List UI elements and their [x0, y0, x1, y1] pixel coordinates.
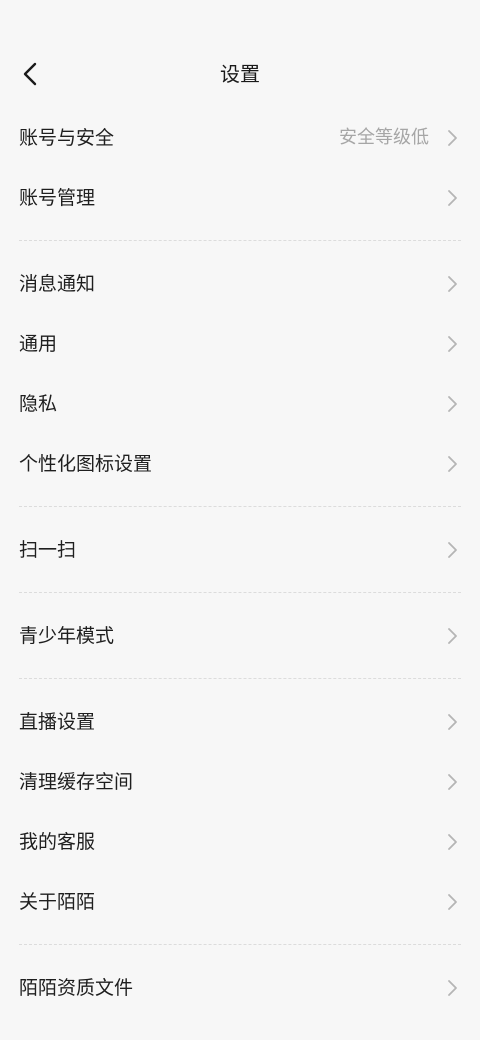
chevron-right-icon — [448, 980, 457, 996]
section-divider — [19, 240, 461, 241]
chevron-right-icon — [448, 774, 457, 790]
settings-item-label: 账号管理 — [19, 187, 96, 209]
section-divider — [19, 592, 461, 593]
settings-item-customer-service[interactable]: 我的客服 — [0, 812, 480, 872]
settings-item-label: 陌陌资质文件 — [19, 977, 134, 999]
settings-item-label: 直播设置 — [19, 711, 96, 733]
settings-item-live-settings[interactable]: 直播设置 — [0, 692, 480, 752]
settings-item-label: 个性化图标设置 — [19, 453, 153, 475]
security-level-value: 安全等级低 — [339, 127, 429, 148]
chevron-right-icon — [448, 894, 457, 910]
chevron-right-icon — [448, 190, 457, 206]
settings-item-account-management[interactable]: 账号管理 — [0, 168, 480, 228]
chevron-right-icon — [448, 628, 457, 644]
settings-item-youth-mode[interactable]: 青少年模式 — [0, 606, 480, 666]
chevron-right-icon — [448, 396, 457, 412]
settings-item-account-security[interactable]: 账号与安全 安全等级低 — [0, 108, 480, 168]
settings-item-custom-icon[interactable]: 个性化图标设置 — [0, 434, 480, 494]
settings-item-label: 我的客服 — [19, 831, 96, 853]
settings-item-notifications[interactable]: 消息通知 — [0, 254, 480, 314]
settings-item-scan[interactable]: 扫一扫 — [0, 520, 480, 580]
settings-item-privacy[interactable]: 隐私 — [0, 374, 480, 434]
settings-item-label: 扫一扫 — [19, 539, 77, 561]
settings-item-label: 账号与安全 — [19, 127, 115, 149]
settings-item-about[interactable]: 关于陌陌 — [0, 872, 480, 932]
settings-item-label: 通用 — [19, 333, 58, 355]
settings-item-label: 关于陌陌 — [19, 891, 96, 913]
chevron-right-icon — [448, 456, 457, 472]
settings-item-qualification-files[interactable]: 陌陌资质文件 — [0, 958, 480, 1018]
settings-item-general[interactable]: 通用 — [0, 314, 480, 374]
settings-item-label: 消息通知 — [19, 273, 96, 295]
settings-item-clear-cache[interactable]: 清理缓存空间 — [0, 752, 480, 812]
section-divider — [19, 506, 461, 507]
section-divider — [19, 944, 461, 945]
section-divider — [19, 678, 461, 679]
chevron-right-icon — [448, 714, 457, 730]
settings-page: 设置 账号与安全 安全等级低 账号管理 消息通知 通用 隐私 个性化图标设置 扫… — [0, 0, 480, 1040]
chevron-right-icon — [448, 276, 457, 292]
chevron-right-icon — [448, 542, 457, 558]
settings-item-label: 隐私 — [19, 393, 58, 415]
chevron-right-icon — [448, 130, 457, 146]
navigation-bar: 设置 — [0, 44, 480, 104]
page-title: 设置 — [220, 62, 260, 86]
settings-item-label: 清理缓存空间 — [19, 771, 134, 793]
settings-item-label: 青少年模式 — [19, 625, 115, 647]
chevron-right-icon — [448, 336, 457, 352]
chevron-right-icon — [448, 834, 457, 850]
